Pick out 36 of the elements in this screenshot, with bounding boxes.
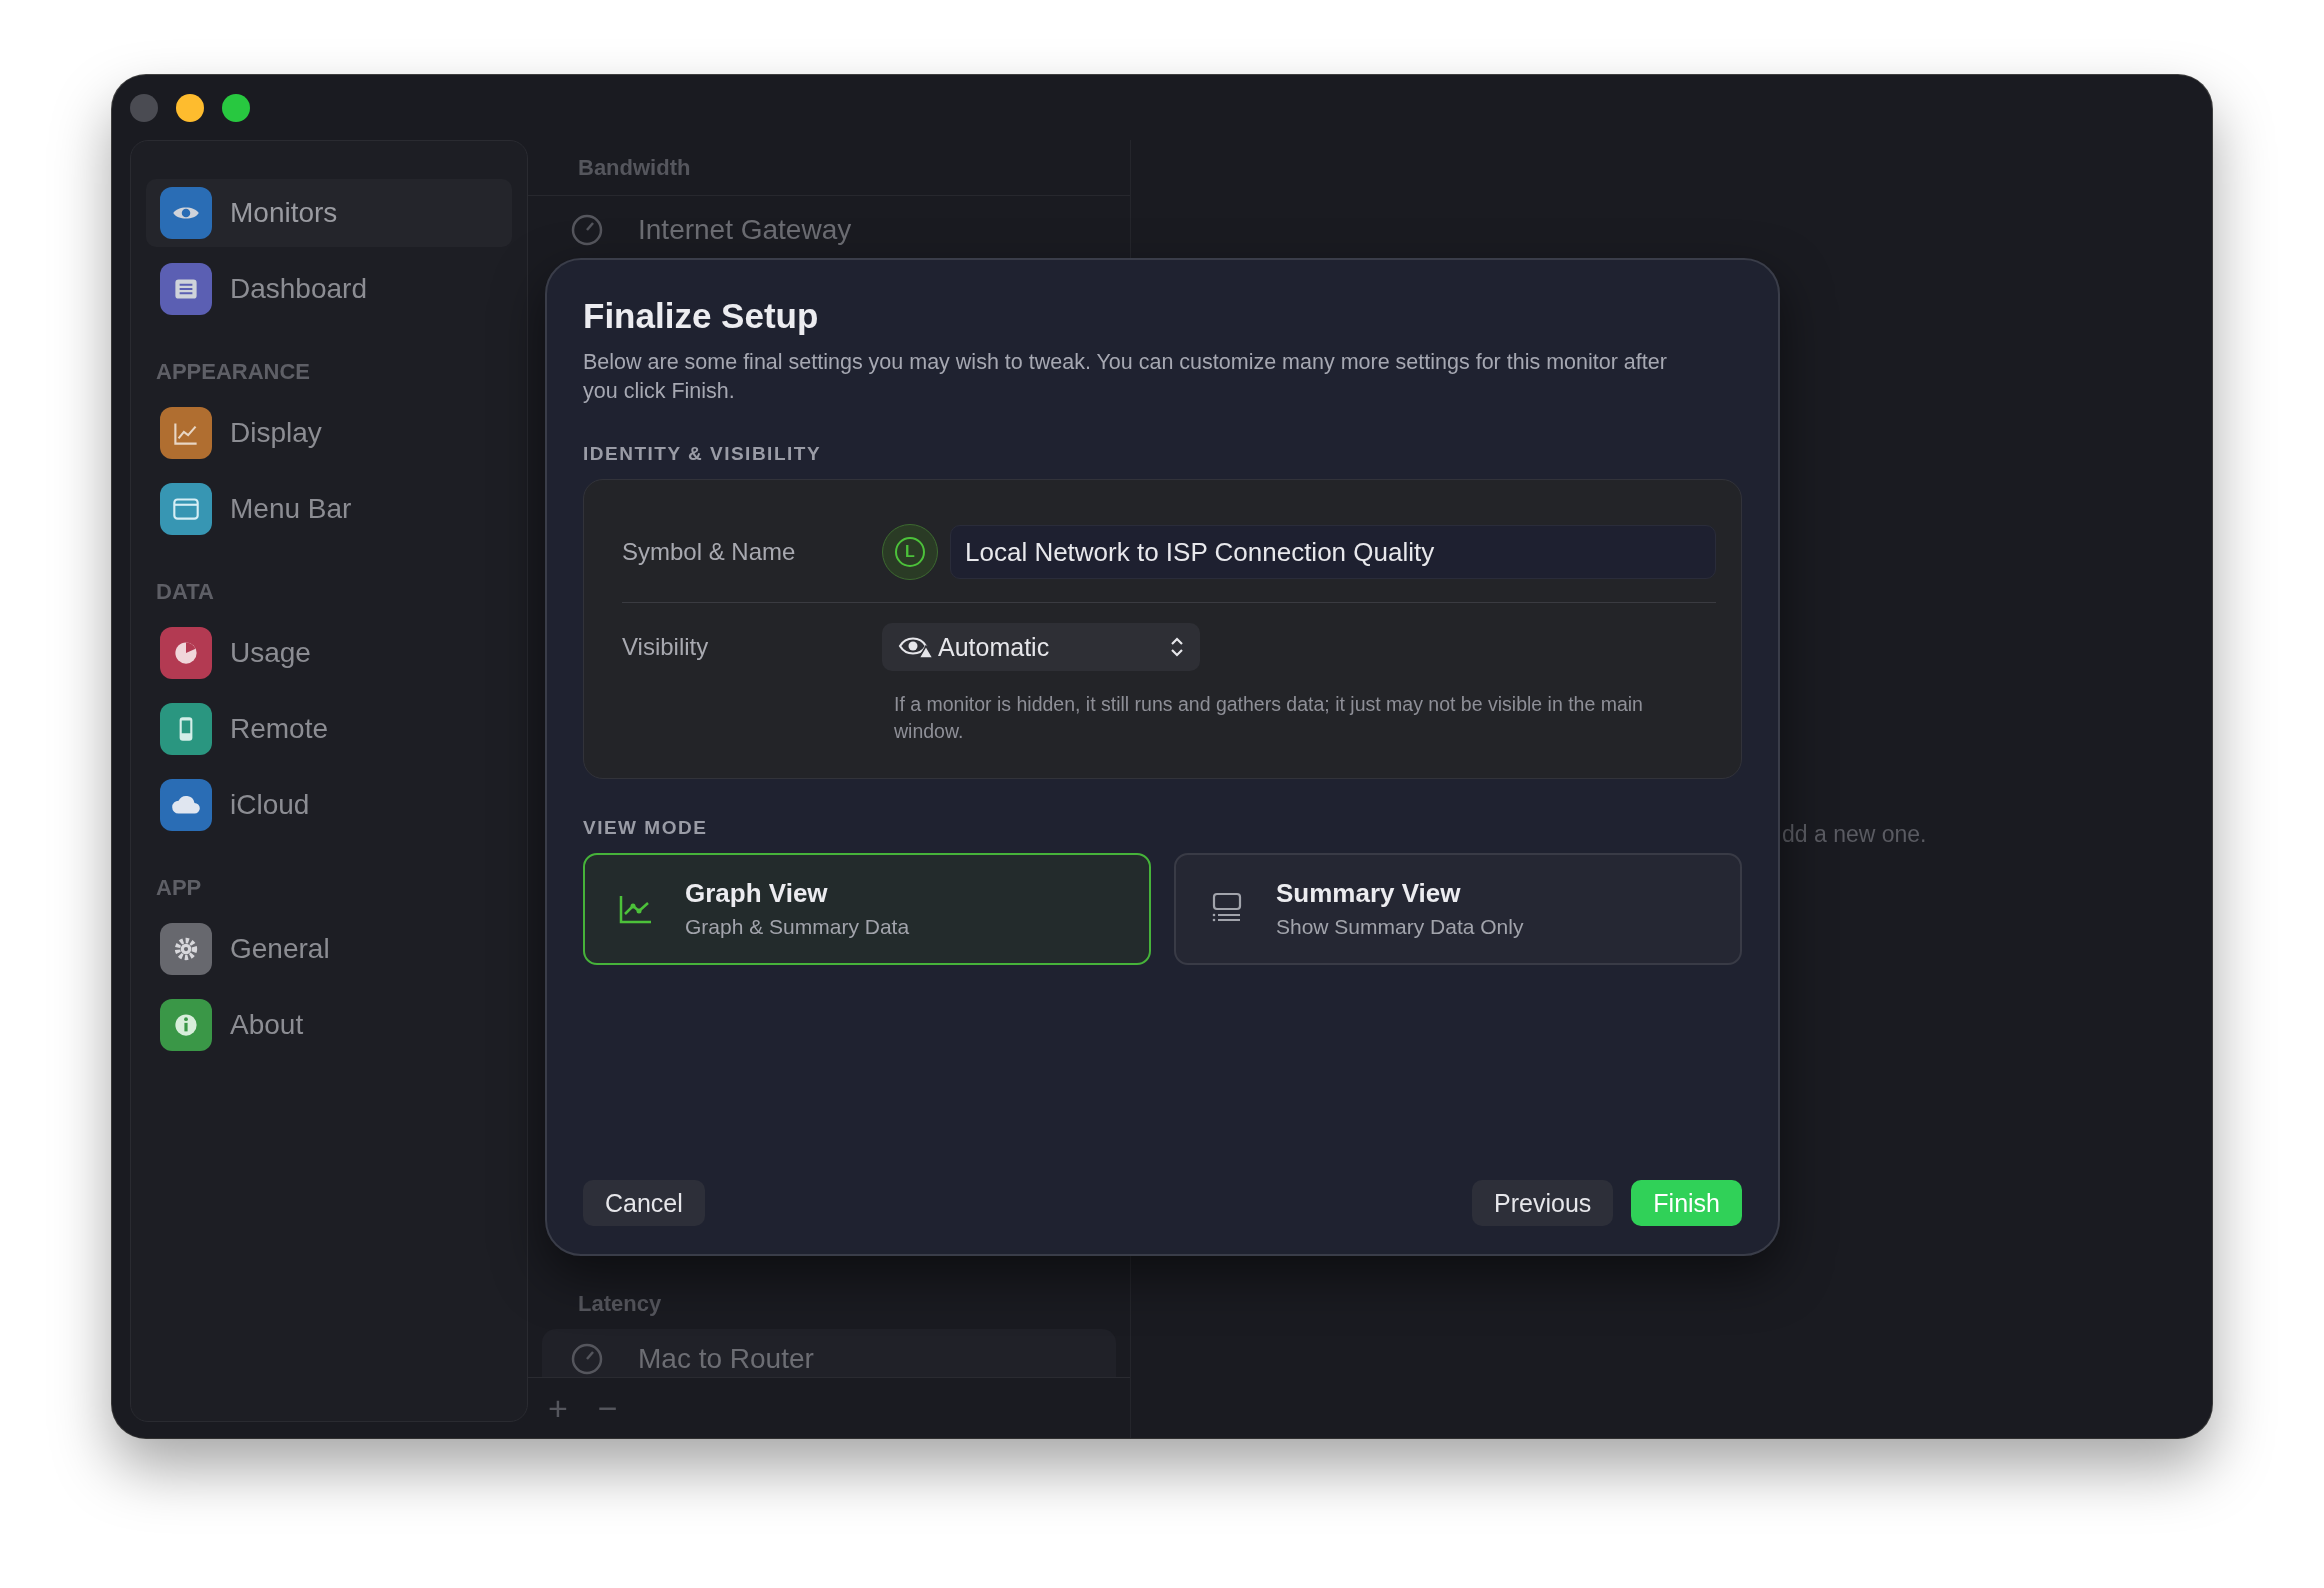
- sidebar-item[interactable]: General: [146, 915, 512, 983]
- group-header: Latency: [578, 1291, 662, 1317]
- gauge-icon: [570, 1342, 604, 1376]
- sidebar-item[interactable]: Monitors: [146, 179, 512, 247]
- dialog-title: Finalize Setup: [583, 296, 820, 336]
- sidebar-item[interactable]: Display: [146, 399, 512, 467]
- section-header: APP: [155, 874, 203, 902]
- symbol-button[interactable]: L: [882, 524, 938, 581]
- sidebar-item[interactable]: Remote: [146, 695, 512, 763]
- cancel-button[interactable]: Cancel: [583, 1180, 705, 1226]
- previous-button[interactable]: Previous: [1472, 1180, 1614, 1226]
- visibility-hint: If a monitor is hidden, it still runs and gathers data; it just may not be visible in the main window.: [894, 692, 1644, 744]
- sidebar-item[interactable]: Menu Bar: [146, 475, 512, 543]
- sidebar-item[interactable]: iCloud: [146, 771, 512, 839]
- minimize-button[interactable]: [176, 93, 204, 122]
- view-mode-option[interactable]: Graph View Graph & Summary Data: [583, 852, 1151, 965]
- visibility-popup[interactable]: Automatic: [882, 623, 1200, 672]
- sidebar-item[interactable]: Usage: [146, 619, 512, 687]
- sidebar-item[interactable]: About: [146, 991, 512, 1059]
- dialog-description: Below are some final settings you may wish to tweak. You can customize many more settings for this monitor after you click Finish.: [583, 349, 1668, 405]
- section-header: VIEW MODE: [583, 816, 709, 839]
- gauge-icon: [570, 213, 604, 247]
- field-label: Visibility: [622, 633, 710, 662]
- sidebar-item[interactable]: Dashboard: [146, 255, 512, 323]
- monitor-row[interactable]: Internet Gateway: [528, 196, 1130, 260]
- monitor-row[interactable]: Mac to Router: [542, 1329, 1116, 1377]
- section-header: IDENTITY & VISIBILITY: [583, 443, 823, 466]
- field-label: Symbol & Name: [622, 538, 797, 567]
- zoom-button[interactable]: [222, 93, 250, 122]
- section-header: DATA: [155, 578, 215, 606]
- group-header: Bandwidth: [578, 154, 691, 181]
- eye-warning-icon: [898, 634, 934, 661]
- view-mode-option[interactable]: Summary View Show Summary Data Only: [1174, 852, 1742, 965]
- name-field[interactable]: Local Network to ISP Connection Quality: [950, 525, 1716, 580]
- empty-hint: dd a new one.: [1782, 821, 1927, 847]
- section-header: APPEARANCE: [155, 358, 312, 386]
